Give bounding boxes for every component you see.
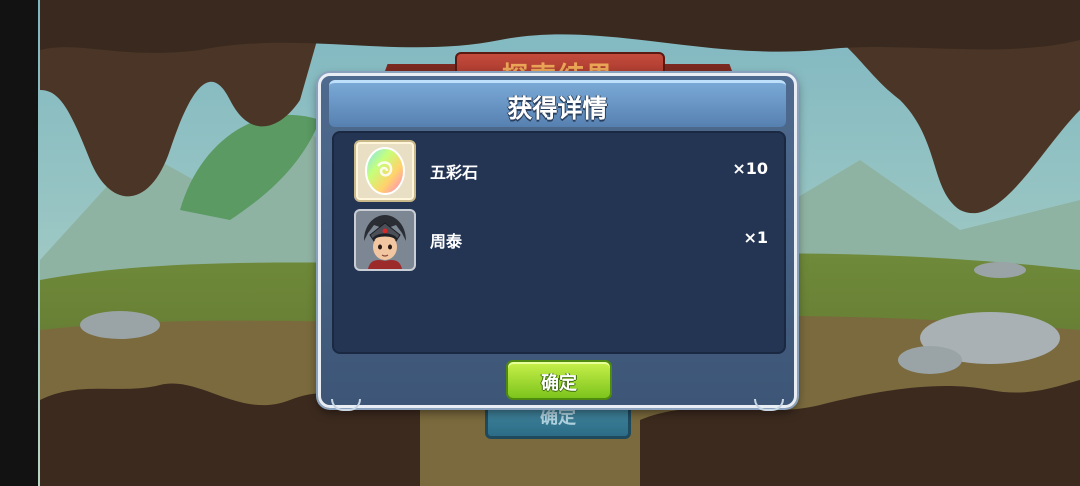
rainbow-stone-icon	[354, 140, 416, 202]
dialog-header: 获得详情	[329, 80, 786, 127]
reward-item-name: 五彩石	[430, 163, 479, 182]
hero-portrait-icon	[354, 209, 416, 271]
reward-list: 五彩石 ×10 周泰 ×1	[332, 131, 786, 354]
confirm-label: 确定	[541, 373, 577, 394]
reward-item-quantity: ×10	[732, 159, 768, 178]
game-screen: 探索结果 确定 获得详情	[0, 0, 1080, 486]
reward-item-row[interactable]: 周泰 ×1	[354, 209, 768, 271]
confirm-button[interactable]: 确定	[506, 360, 612, 400]
reward-details-dialog: 获得详情 五彩石 ×10 周泰 ×1 确定	[318, 73, 797, 411]
dialog-title: 获得详情	[507, 94, 608, 123]
reward-item-quantity: ×1	[743, 228, 768, 247]
reward-item-name: 周泰	[430, 232, 463, 251]
reward-item-row[interactable]: 五彩石 ×10	[354, 140, 768, 202]
